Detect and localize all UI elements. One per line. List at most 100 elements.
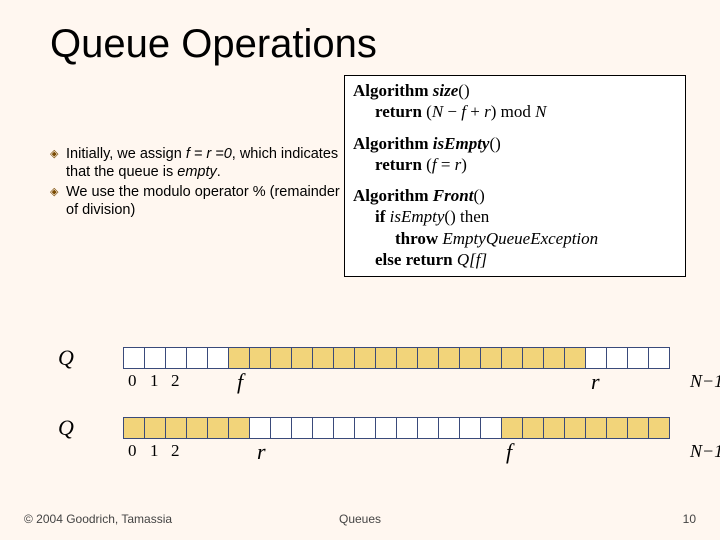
- t: =: [437, 155, 455, 174]
- array-cell: [312, 347, 334, 369]
- array-cell: [207, 347, 229, 369]
- cells-row: [124, 347, 670, 369]
- array-cell: [123, 417, 145, 439]
- array-cell: [480, 347, 502, 369]
- array-cell: [375, 417, 397, 439]
- algo-isempty-return: return (f = r): [353, 154, 677, 175]
- array-cell: [564, 417, 586, 439]
- array-cell: [165, 417, 187, 439]
- page-number: 10: [683, 512, 696, 526]
- bullet-1: ◈ Initially, we assign f = r =0, which i…: [50, 145, 350, 181]
- array-cell: [543, 347, 565, 369]
- array-cell: [396, 347, 418, 369]
- algo-size-header: Algorithm size(): [353, 80, 677, 101]
- tick: 1: [150, 371, 159, 391]
- n-minus-1: N−1: [690, 441, 720, 462]
- array-cell: [165, 347, 187, 369]
- t: +: [466, 102, 484, 121]
- array-cell: [249, 347, 271, 369]
- array-cell: [501, 417, 523, 439]
- footer: © 2004 Goodrich, Tamassia Queues 10: [24, 512, 696, 526]
- array-cell: [438, 417, 460, 439]
- array-cell: [585, 417, 607, 439]
- ex: Q[f]: [457, 250, 487, 269]
- paren: (): [473, 186, 484, 205]
- array-cell: [480, 417, 502, 439]
- t: empty: [177, 164, 217, 180]
- array-cell: [228, 347, 250, 369]
- bullet-2: ◈ We use the modulo operator % (remainde…: [50, 183, 350, 219]
- t: f = r =0: [186, 146, 232, 162]
- algo-front-if: if isEmpty() then: [353, 206, 677, 227]
- n-minus-1: N−1: [690, 371, 720, 392]
- bullet-icon: ◈: [50, 145, 66, 181]
- q-label: Q: [58, 345, 74, 371]
- array-cell: [186, 347, 208, 369]
- ex: EmptyQueueException: [442, 229, 598, 248]
- kw: throw: [395, 229, 442, 248]
- kw: return: [375, 102, 426, 121]
- f-label: f: [237, 369, 243, 395]
- array-cell: [459, 347, 481, 369]
- array-cell: [270, 347, 292, 369]
- array-cell: [627, 347, 649, 369]
- kw: if: [375, 207, 390, 226]
- array-cell: [186, 417, 208, 439]
- page-title: Queue Operations: [0, 0, 720, 75]
- array-cell: [291, 417, 313, 439]
- tick: 0: [128, 371, 137, 391]
- footer-title: Queues: [24, 512, 696, 526]
- t: Initially, we assign: [66, 146, 182, 162]
- array-cell: [375, 347, 397, 369]
- array-cell: [123, 347, 145, 369]
- fn: size: [433, 81, 459, 100]
- var: N: [432, 102, 443, 121]
- array-cell: [648, 417, 670, 439]
- algorithm-box: Algorithm size() return (N − f + r) mod …: [344, 75, 686, 277]
- t: ): [461, 155, 467, 174]
- kw: else return: [375, 250, 457, 269]
- algo-front-else: else return Q[f]: [353, 249, 677, 270]
- array-cell: [333, 347, 355, 369]
- algo-front-throw: throw EmptyQueueException: [353, 228, 677, 249]
- tick: 2: [171, 371, 180, 391]
- array-cell: [606, 347, 628, 369]
- array-cell: [333, 417, 355, 439]
- array-cell: [522, 417, 544, 439]
- bullet-1-text: Initially, we assign f = r =0, which ind…: [66, 145, 350, 181]
- spacer: [353, 123, 677, 133]
- array-cell: [354, 347, 376, 369]
- array-cell: [438, 347, 460, 369]
- bullet-list: ◈ Initially, we assign f = r =0, which i…: [50, 145, 350, 222]
- array-cell: [585, 347, 607, 369]
- spacer: [353, 175, 677, 185]
- bullet-2-text: We use the modulo operator % (remainder …: [66, 183, 350, 219]
- array-cell: [291, 347, 313, 369]
- array-cell: [270, 417, 292, 439]
- tick: 0: [128, 441, 137, 461]
- algo-front-header: Algorithm Front(): [353, 185, 677, 206]
- array-cell: [396, 417, 418, 439]
- array-cell: [354, 417, 376, 439]
- kw: return: [375, 155, 426, 174]
- array-cell: [606, 417, 628, 439]
- array-cell: [648, 347, 670, 369]
- tick: 2: [171, 441, 180, 461]
- array-cell: [522, 347, 544, 369]
- array-cell: [417, 417, 439, 439]
- fn: Front: [433, 186, 474, 205]
- array-cell: [543, 417, 565, 439]
- array-cell: [312, 417, 334, 439]
- array-cell: [144, 347, 166, 369]
- q-label: Q: [58, 415, 74, 441]
- t: −: [443, 102, 461, 121]
- array-cell: [207, 417, 229, 439]
- array-cell: [459, 417, 481, 439]
- kw: Algorithm: [353, 134, 433, 153]
- kw: Algorithm: [353, 81, 433, 100]
- tick: 1: [150, 441, 159, 461]
- paren: (): [489, 134, 500, 153]
- array-cell: [627, 417, 649, 439]
- array-cell: [417, 347, 439, 369]
- kw: Algorithm: [353, 186, 433, 205]
